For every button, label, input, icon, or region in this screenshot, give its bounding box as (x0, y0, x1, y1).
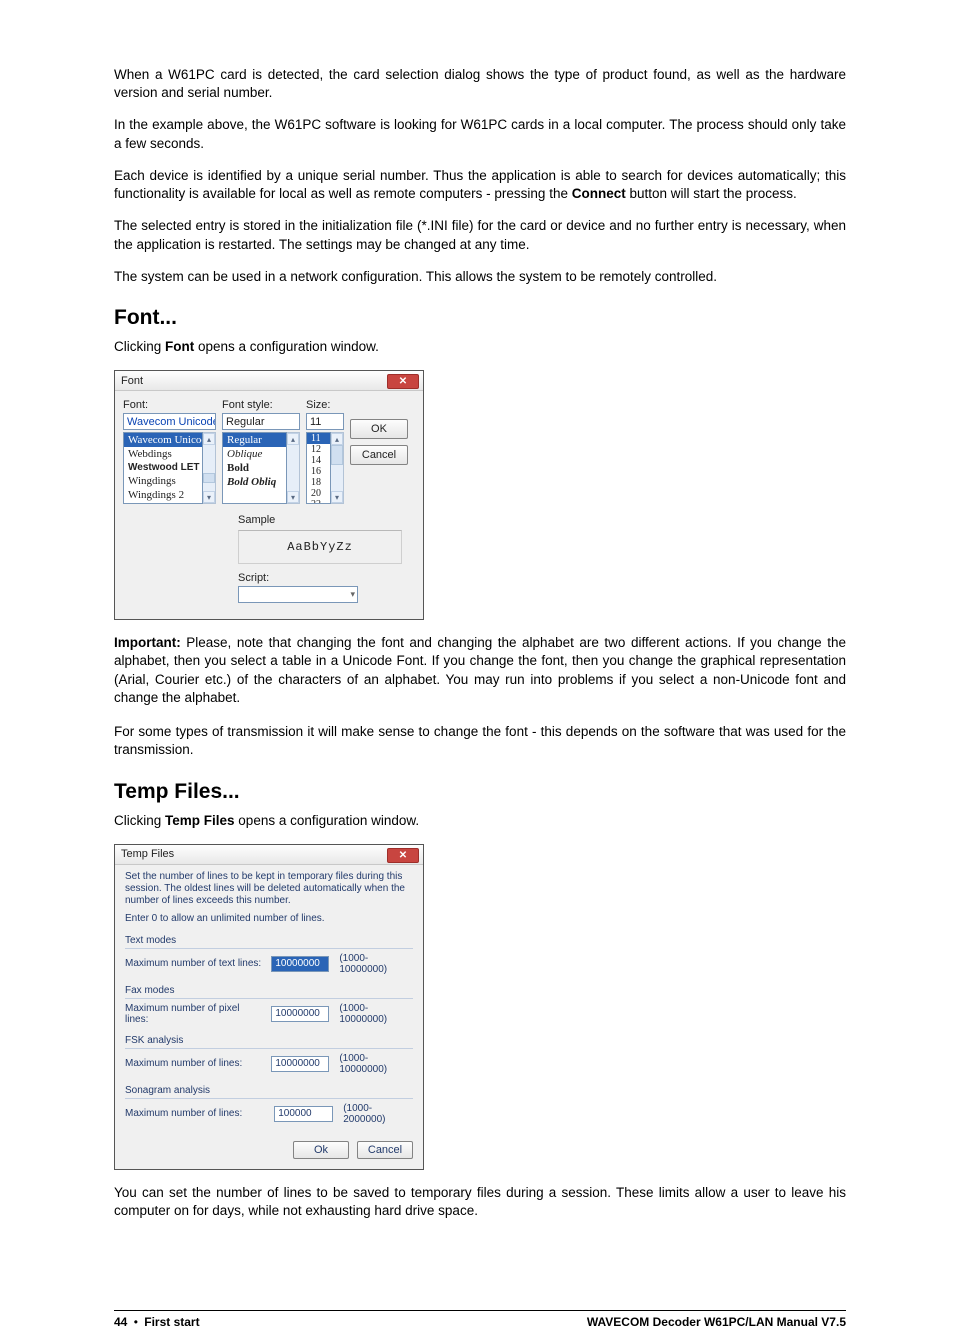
list-item[interactable]: 12 (307, 444, 330, 455)
list-item[interactable]: Webdings (124, 447, 202, 461)
ok-button[interactable]: OK (350, 419, 408, 439)
scroll-down-icon[interactable]: ▾ (331, 491, 343, 503)
range-hint: (1000-2000000) (343, 1103, 413, 1125)
body-paragraph: When a W61PC card is detected, the card … (114, 66, 846, 102)
body-paragraph: Each device is identified by a unique se… (114, 167, 846, 203)
font-dialog: Font ✕ Font: Wavecom Unicode Wavecom Uni… (114, 370, 424, 620)
field-label: Maximum number of pixel lines: (125, 1003, 261, 1025)
heading-temp-files: Temp Files... (114, 780, 846, 804)
section-header-fsk: FSK analysis (125, 1035, 413, 1049)
bullet-icon: • (134, 1315, 138, 1329)
fsk-lines-input[interactable]: 10000000 (271, 1056, 329, 1072)
field-label: Maximum number of text lines: (125, 958, 261, 969)
body-paragraph: You can set the number of lines to be sa… (114, 1184, 846, 1220)
pixel-lines-input[interactable]: 10000000 (271, 1006, 329, 1022)
list-item[interactable]: Bold Obliq (223, 475, 286, 489)
close-icon: ✕ (399, 850, 407, 861)
font-listbox[interactable]: Wavecom Unicode Webdings Westwood LET Pl… (123, 432, 203, 504)
field-label: Maximum number of lines: (125, 1108, 264, 1119)
close-button[interactable]: ✕ (387, 848, 419, 863)
font-input[interactable]: Wavecom Unicode (123, 413, 216, 430)
list-item[interactable]: Wingdings 2 (124, 488, 202, 502)
page-number: 44 (114, 1315, 127, 1329)
body-paragraph: Clicking Temp Files opens a configuratio… (114, 812, 846, 830)
section-header-text-modes: Text modes (125, 935, 413, 949)
cancel-button[interactable]: Cancel (357, 1141, 413, 1159)
sonagram-lines-input[interactable]: 100000 (274, 1106, 333, 1122)
list-item[interactable]: 16 (307, 466, 330, 477)
range-hint: (1000-10000000) (339, 953, 413, 975)
field-label: Maximum number of lines: (125, 1058, 261, 1069)
size-label: Size: (306, 399, 344, 411)
temp-files-dialog: Temp Files ✕ Set the number of lines to … (114, 844, 424, 1170)
body-paragraph: For some types of transmission it will m… (114, 723, 846, 759)
script-label: Script: (238, 572, 415, 584)
list-item[interactable]: Bold (223, 461, 286, 475)
scroll-up-icon[interactable]: ▴ (331, 433, 343, 445)
dialog-titlebar[interactable]: Temp Files ✕ (115, 845, 423, 865)
scrollbar[interactable]: ▴ ▾ (331, 432, 344, 504)
range-hint: (1000-10000000) (339, 1053, 413, 1075)
body-paragraph: In the example above, the W61PC software… (114, 116, 846, 152)
section-header-fax-modes: Fax modes (125, 985, 413, 999)
list-item[interactable]: 20 (307, 488, 330, 499)
size-listbox[interactable]: 11 12 14 16 18 20 22 (306, 432, 331, 504)
scroll-down-icon[interactable]: ▾ (287, 491, 299, 503)
scroll-up-icon[interactable]: ▴ (203, 433, 215, 445)
dialog-titlebar[interactable]: Font ✕ (115, 371, 423, 391)
dialog-instruction: Enter 0 to allow an unlimited number of … (125, 913, 413, 925)
cancel-button[interactable]: Cancel (350, 445, 408, 465)
list-item[interactable]: 22 (307, 499, 330, 504)
scroll-thumb[interactable] (203, 473, 215, 483)
section-header-sonagram: Sonagram analysis (125, 1085, 413, 1099)
scroll-down-icon[interactable]: ▾ (203, 491, 215, 503)
close-button[interactable]: ✕ (387, 374, 419, 389)
heading-font: Font... (114, 306, 846, 330)
sample-preview: AaBbYyZz (238, 530, 402, 564)
page-footer: 44 • First start WAVECOM Decoder W61PC/L… (114, 1310, 846, 1329)
scroll-thumb[interactable] (331, 445, 343, 465)
footer-manual-title: WAVECOM Decoder W61PC/LAN Manual V7.5 (587, 1315, 846, 1329)
dialog-title: Font (121, 375, 143, 387)
ok-button[interactable]: Ok (293, 1141, 349, 1159)
style-label: Font style: (222, 399, 300, 411)
font-label: Font: (123, 399, 216, 411)
chevron-down-icon: ▾ (350, 589, 355, 600)
scrollbar[interactable]: ▴ ▾ (203, 432, 216, 504)
list-item[interactable]: 18 (307, 477, 330, 488)
list-item[interactable]: 14 (307, 455, 330, 466)
body-paragraph: Important: Please, note that changing th… (114, 634, 846, 707)
size-input[interactable]: 11 (306, 413, 344, 430)
list-item[interactable]: Regular (223, 433, 286, 447)
dialog-instruction: Set the number of lines to be kept in te… (125, 871, 413, 907)
scrollbar[interactable]: ▴ ▾ (287, 432, 300, 504)
sample-label: Sample (238, 514, 415, 526)
scroll-up-icon[interactable]: ▴ (287, 433, 299, 445)
body-paragraph: The system can be used in a network conf… (114, 268, 846, 286)
list-item[interactable]: Oblique (223, 447, 286, 461)
list-item[interactable]: Wingdings (124, 474, 202, 488)
dialog-title: Temp Files (121, 848, 174, 860)
body-paragraph: Clicking Font opens a configuration wind… (114, 338, 846, 356)
list-item[interactable]: Westwood LET Pl ai (124, 461, 202, 474)
script-dropdown[interactable]: ▾ (238, 586, 358, 603)
style-input[interactable]: Regular (222, 413, 300, 430)
list-item[interactable]: Wavecom Unicode (124, 433, 202, 447)
text-lines-input[interactable]: 10000000 (271, 956, 329, 972)
footer-section: First start (144, 1315, 199, 1329)
list-item[interactable]: 11 (307, 433, 330, 444)
style-listbox[interactable]: Regular Oblique Bold Bold Obliq (222, 432, 287, 504)
range-hint: (1000-10000000) (339, 1003, 413, 1025)
body-paragraph: The selected entry is stored in the init… (114, 217, 846, 253)
close-icon: ✕ (399, 376, 407, 387)
